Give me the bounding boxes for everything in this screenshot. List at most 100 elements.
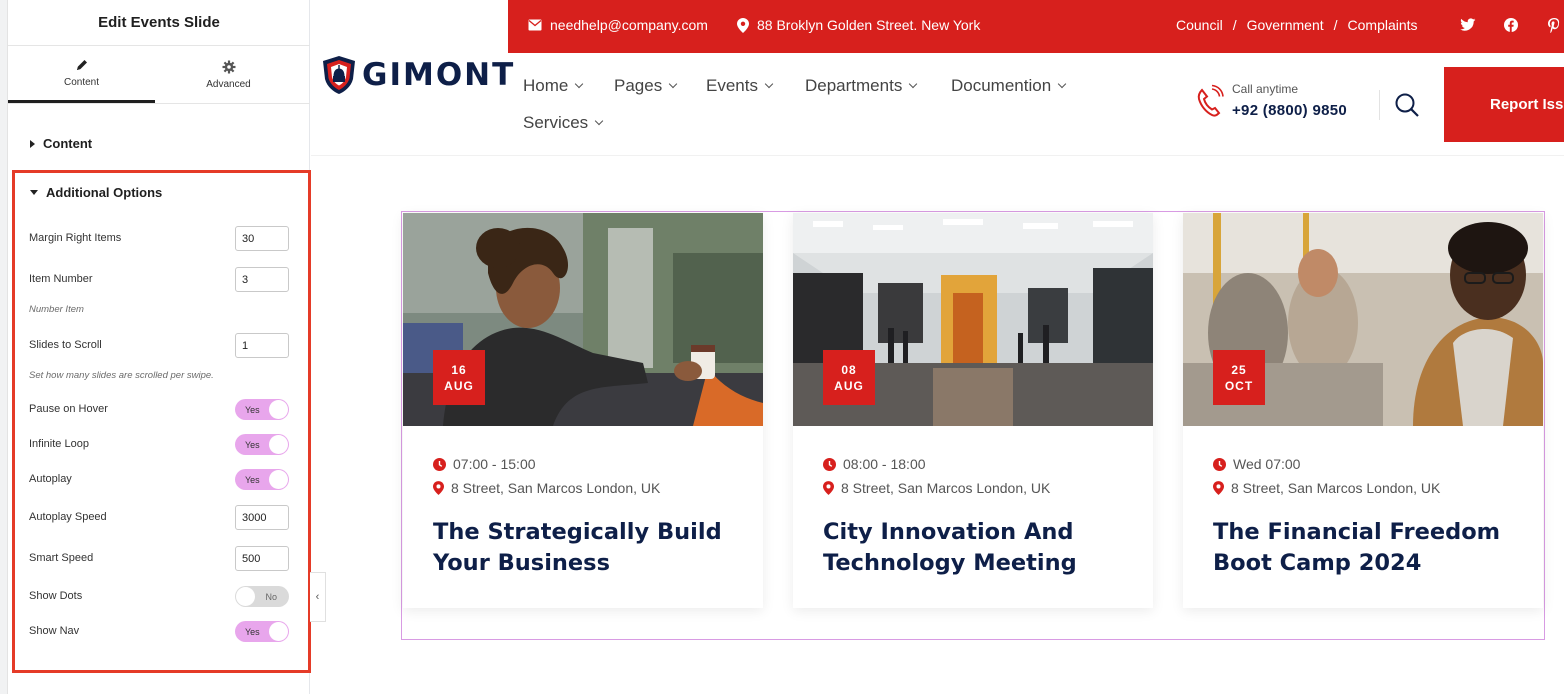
report-issue-button[interactable]: Report Iss	[1444, 67, 1564, 142]
section-content-toggle[interactable]: Content	[30, 136, 92, 151]
envelope-icon	[528, 19, 542, 31]
topbar: needhelp@company.com 88 Broklyn Golden S…	[508, 0, 1564, 53]
show-dots-toggle[interactable]: No	[235, 586, 289, 607]
topbar-links: Council / Government / Complaints	[1176, 17, 1418, 33]
map-pin-icon	[737, 17, 749, 33]
event-time: 07:00 - 15:00	[433, 456, 536, 472]
topbar-separator: /	[1333, 17, 1338, 33]
slides-to-scroll-input[interactable]: 1	[235, 333, 289, 358]
topbar-address-text: 88 Broklyn Golden Street. New York	[757, 17, 981, 33]
chevron-down-icon	[1057, 79, 1067, 89]
event-time: Wed 07:00	[1213, 456, 1300, 472]
slides-to-scroll-help: Set how many slides are scrolled per swi…	[29, 370, 214, 381]
event-time-text: Wed 07:00	[1233, 456, 1301, 472]
nav-home-label: Home	[523, 76, 569, 95]
show-nav-toggle[interactable]: Yes	[235, 621, 289, 642]
nav-pages-label: Pages	[614, 76, 663, 95]
nav-pages[interactable]: Pages	[614, 76, 678, 96]
nav-services[interactable]: Services	[523, 113, 604, 133]
chevron-left-icon: ‹	[315, 591, 320, 603]
margin-right-input[interactable]: 30	[235, 226, 289, 251]
event-card[interactable]: 16 AUG 07:00 - 15:00 8 Street, San Marco…	[403, 213, 763, 608]
facebook-icon[interactable]	[1504, 18, 1518, 32]
topbar-email[interactable]: needhelp@company.com	[528, 17, 708, 33]
event-card[interactable]: 25 OCT Wed 07:00 8 Street, San Marcos Lo…	[1183, 213, 1543, 608]
nav-services-label: Services	[523, 113, 589, 132]
event-location-text: 8 Street, San Marcos London, UK	[841, 480, 1051, 496]
twitter-icon[interactable]	[1460, 18, 1476, 32]
chevron-down-icon	[764, 79, 774, 89]
event-title[interactable]: The Financial Freedom Boot Camp 2024	[1213, 517, 1523, 579]
event-card[interactable]: 08 AUG 08:00 - 18:00 8 Street, San Marco…	[793, 213, 1153, 608]
event-day: 08	[841, 362, 857, 377]
margin-right-label: Margin Right Items	[29, 232, 122, 244]
tab-advanced[interactable]: Advanced	[155, 46, 302, 103]
map-pin-icon	[1213, 481, 1224, 495]
pause-on-hover-toggle[interactable]: Yes	[235, 399, 289, 420]
show-dots-label: Show Dots	[29, 590, 83, 602]
search-icon[interactable]	[1394, 92, 1420, 118]
event-month: AUG	[834, 378, 864, 393]
site-logo[interactable]: GIMONT	[322, 55, 515, 95]
pinterest-icon[interactable]	[1548, 18, 1560, 33]
panel-tabs: Content Advanced	[8, 46, 310, 104]
item-number-help: Number Item	[29, 304, 84, 315]
gear-icon	[222, 60, 235, 73]
header-divider-line	[311, 155, 1564, 156]
event-time: 08:00 - 18:00	[823, 456, 926, 472]
smart-speed-input[interactable]: 500	[235, 546, 289, 571]
event-date-badge: 25 OCT	[1213, 350, 1265, 405]
event-title[interactable]: The Strategically Build Your Business	[433, 517, 743, 579]
item-number-label: Item Number	[29, 273, 93, 285]
pause-on-hover-label: Pause on Hover	[29, 403, 108, 415]
collapse-panel-button[interactable]: ‹	[310, 572, 326, 622]
pencil-icon	[76, 60, 87, 70]
event-time-text: 08:00 - 18:00	[843, 456, 926, 472]
nav-departments-label: Departments	[805, 76, 903, 95]
chevron-down-icon	[909, 79, 918, 89]
autoplay-toggle[interactable]: Yes	[235, 469, 289, 490]
event-title[interactable]: City Innovation And Technology Meeting	[823, 517, 1133, 579]
show-nav-label: Show Nav	[29, 625, 80, 637]
map-pin-icon	[823, 481, 834, 495]
tab-content[interactable]: Content	[8, 46, 155, 103]
topbar-link-council[interactable]: Council	[1176, 17, 1223, 33]
topbar-address: 88 Broklyn Golden Street. New York	[737, 17, 980, 33]
map-pin-icon	[433, 481, 444, 495]
call-number[interactable]: +92 (8800) 9850	[1232, 102, 1347, 119]
tab-content-label: Content	[63, 77, 100, 88]
topbar-link-government[interactable]: Government	[1247, 17, 1324, 33]
autoplay-label: Autoplay	[29, 473, 72, 485]
app-root: Edit Events Slide Content Advanced Conte…	[0, 0, 1564, 694]
event-date-badge: 16 AUG	[433, 350, 485, 405]
caret-right-icon	[30, 139, 35, 148]
event-time-text: 07:00 - 15:00	[453, 456, 536, 472]
shield-logo-icon	[323, 56, 355, 94]
infinite-loop-toggle[interactable]: Yes	[235, 434, 289, 455]
event-location-text: 8 Street, San Marcos London, UK	[1231, 480, 1441, 496]
nav-events[interactable]: Events	[706, 76, 774, 96]
nav-events-label: Events	[706, 76, 758, 95]
nav-home[interactable]: Home	[523, 76, 584, 96]
event-date-badge: 08 AUG	[823, 350, 875, 405]
nav-documention[interactable]: Documention	[951, 76, 1067, 96]
event-location: 8 Street, San Marcos London, UK	[1213, 480, 1440, 496]
tab-advanced-label: Advanced	[206, 78, 251, 90]
nav-departments[interactable]: Departments	[805, 76, 918, 96]
topbar-link-complaints[interactable]: Complaints	[1348, 17, 1418, 33]
clock-icon	[433, 457, 446, 471]
chevron-down-icon	[575, 79, 584, 89]
nav-documention-label: Documention	[951, 76, 1052, 95]
event-day: 25	[1231, 362, 1247, 377]
event-month: AUG	[444, 378, 474, 393]
chevron-down-icon	[594, 116, 604, 126]
section-content-label: Content	[43, 136, 93, 151]
item-number-input[interactable]: 3	[235, 267, 289, 292]
topbar-email-text: needhelp@company.com	[550, 17, 708, 33]
call-label: Call anytime	[1232, 82, 1299, 96]
clock-icon	[1213, 457, 1226, 471]
section-additional-toggle[interactable]: Additional Options	[30, 185, 162, 200]
autoplay-speed-input[interactable]: 3000	[235, 505, 289, 530]
infinite-loop-label: Infinite Loop	[29, 438, 89, 450]
clock-icon	[823, 457, 836, 471]
